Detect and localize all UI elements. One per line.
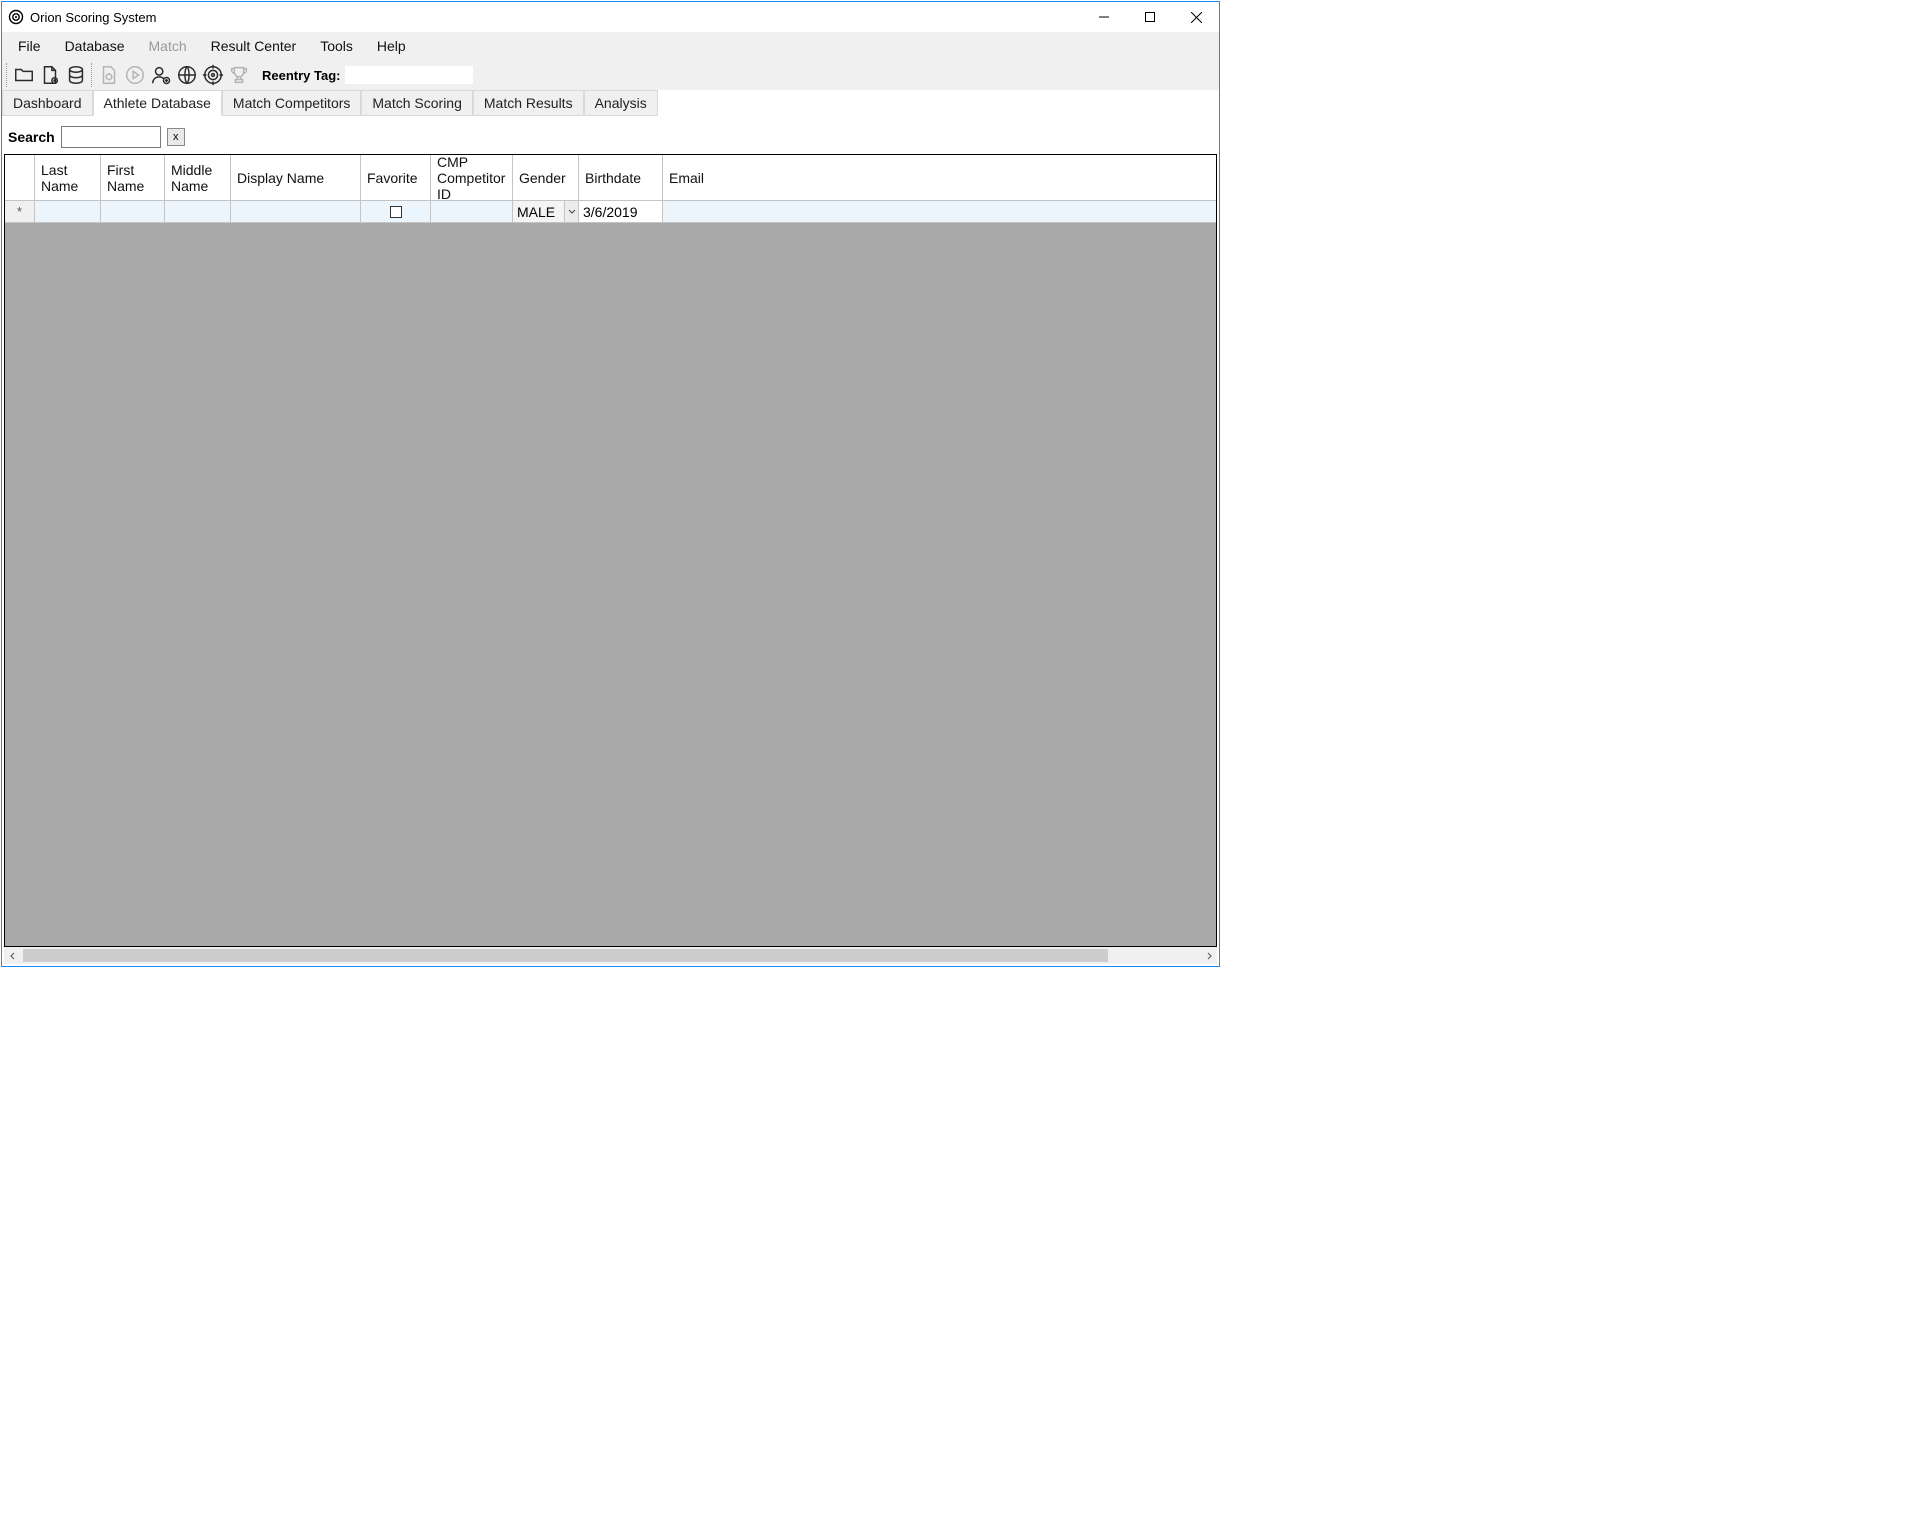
app-icon bbox=[8, 9, 24, 25]
trophy-button bbox=[226, 62, 252, 88]
tab-contents: Search x Last Name First Name Middle Nam… bbox=[2, 116, 1219, 966]
tab-dashboard[interactable]: Dashboard bbox=[2, 90, 93, 116]
row-indicator[interactable]: * bbox=[5, 201, 35, 222]
toolbar: Reentry Tag: bbox=[2, 60, 1219, 90]
col-email[interactable]: Email bbox=[663, 155, 1216, 200]
settings-file-button bbox=[96, 62, 122, 88]
menu-result-center[interactable]: Result Center bbox=[199, 35, 309, 57]
cell-favorite[interactable] bbox=[361, 201, 431, 222]
col-favorite[interactable]: Favorite bbox=[361, 155, 431, 200]
col-cmp-id[interactable]: CMP Competitor ID bbox=[431, 155, 513, 200]
tab-analysis[interactable]: Analysis bbox=[584, 90, 658, 116]
col-gender[interactable]: Gender bbox=[513, 155, 579, 200]
new-file-button[interactable] bbox=[37, 62, 63, 88]
menu-match: Match bbox=[137, 35, 199, 57]
col-last-name[interactable]: Last Name bbox=[35, 155, 101, 200]
reentry-tag-label: Reentry Tag: bbox=[262, 68, 341, 83]
main-tabstrip: Dashboard Athlete Database Match Competi… bbox=[2, 90, 1219, 116]
menu-help[interactable]: Help bbox=[365, 35, 418, 57]
chevron-down-icon[interactable] bbox=[564, 201, 578, 222]
search-label: Search bbox=[8, 129, 55, 145]
gender-value: MALE bbox=[517, 204, 555, 220]
menubar: File Database Match Result Center Tools … bbox=[2, 32, 1219, 60]
tab-athlete-database[interactable]: Athlete Database bbox=[93, 90, 222, 116]
play-button bbox=[122, 62, 148, 88]
toolbar-grip-icon bbox=[6, 63, 9, 87]
grid-empty-area bbox=[5, 223, 1216, 946]
cell-last-name[interactable] bbox=[35, 201, 101, 222]
athlete-grid: Last Name First Name Middle Name Display… bbox=[4, 154, 1217, 947]
titlebar: Orion Scoring System bbox=[2, 2, 1219, 32]
col-middle-name[interactable]: Middle Name bbox=[165, 155, 231, 200]
favorite-checkbox-icon[interactable] bbox=[390, 206, 402, 218]
menu-database[interactable]: Database bbox=[53, 35, 137, 57]
cell-gender[interactable]: MALE bbox=[513, 201, 579, 222]
reentry-tag-input[interactable] bbox=[345, 66, 473, 84]
app-window: Orion Scoring System File Database Match… bbox=[1, 1, 1220, 967]
col-birthdate[interactable]: Birthdate bbox=[579, 155, 663, 200]
minimize-button[interactable] bbox=[1081, 2, 1127, 32]
scroll-left-icon[interactable] bbox=[4, 947, 21, 964]
search-bar: Search x bbox=[4, 118, 1217, 154]
toolbar-grip-icon bbox=[91, 63, 94, 87]
col-first-name[interactable]: First Name bbox=[101, 155, 165, 200]
globe-button[interactable] bbox=[174, 62, 200, 88]
scroll-track[interactable] bbox=[21, 947, 1200, 964]
tab-match-results[interactable]: Match Results bbox=[473, 90, 584, 116]
menu-file[interactable]: File bbox=[6, 35, 53, 57]
cell-middle-name[interactable] bbox=[165, 201, 231, 222]
search-input[interactable] bbox=[61, 126, 161, 148]
cell-birthdate[interactable]: 3/6/2019 bbox=[579, 201, 663, 222]
tab-match-competitors[interactable]: Match Competitors bbox=[222, 90, 361, 116]
cell-email[interactable] bbox=[663, 201, 1216, 222]
col-display-name[interactable]: Display Name bbox=[231, 155, 361, 200]
add-person-button[interactable] bbox=[148, 62, 174, 88]
window-title: Orion Scoring System bbox=[30, 10, 156, 25]
maximize-button[interactable] bbox=[1127, 2, 1173, 32]
search-clear-button[interactable]: x bbox=[167, 128, 185, 146]
menu-tools[interactable]: Tools bbox=[308, 35, 365, 57]
cell-first-name[interactable] bbox=[101, 201, 165, 222]
scroll-thumb[interactable] bbox=[23, 949, 1108, 962]
grid-new-row[interactable]: * MALE 3/6/2019 bbox=[5, 201, 1216, 223]
horizontal-scrollbar[interactable] bbox=[4, 947, 1217, 964]
grid-header-row: Last Name First Name Middle Name Display… bbox=[5, 155, 1216, 201]
col-row-indicator[interactable] bbox=[5, 155, 35, 200]
database-button[interactable] bbox=[63, 62, 89, 88]
scroll-right-icon[interactable] bbox=[1200, 947, 1217, 964]
open-folder-button[interactable] bbox=[11, 62, 37, 88]
tab-match-scoring[interactable]: Match Scoring bbox=[361, 90, 472, 116]
target-button[interactable] bbox=[200, 62, 226, 88]
close-button[interactable] bbox=[1173, 2, 1219, 32]
cell-display-name[interactable] bbox=[231, 201, 361, 222]
cell-cmp-id[interactable] bbox=[431, 201, 513, 222]
